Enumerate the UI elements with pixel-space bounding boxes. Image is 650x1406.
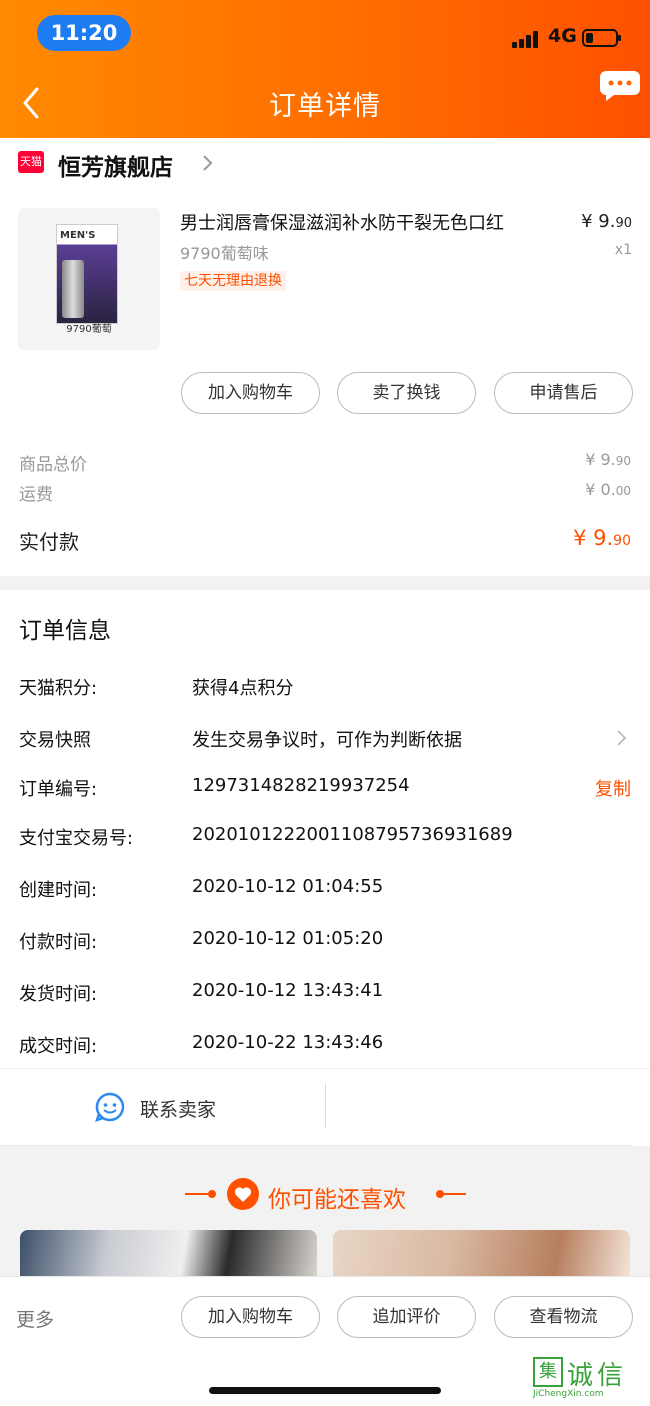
contact-bar: 联系卖家 bbox=[0, 1069, 650, 1146]
battery-icon bbox=[582, 29, 621, 47]
after-sales-button[interactable]: 申请售后 bbox=[494, 372, 633, 414]
chevron-right-icon[interactable] bbox=[615, 729, 627, 747]
product-variant: 9790葡萄味 bbox=[180, 244, 269, 263]
goods-total-value: ¥ 9.90 bbox=[585, 450, 631, 469]
decor-dot bbox=[208, 1190, 216, 1198]
network-type: 4G bbox=[548, 25, 577, 47]
page-title: 订单详情 bbox=[269, 91, 381, 122]
thumbnail-caption: 9790葡萄 bbox=[66, 324, 112, 335]
more-button[interactable]: 更多 bbox=[16, 1305, 54, 1332]
add-review-button[interactable]: 追加评价 bbox=[337, 1296, 476, 1338]
copy-button[interactable]: 复制 bbox=[595, 775, 631, 801]
contact-seller-button[interactable]: 联系卖家 bbox=[140, 1095, 216, 1122]
return-policy-tag: 七天无理由退换 bbox=[180, 271, 286, 291]
paid-value: ¥ 9.90 bbox=[573, 526, 631, 550]
tmall-logo: 天猫 bbox=[18, 151, 44, 173]
info-value: 2020-10-12 01:04:55 bbox=[192, 876, 384, 897]
order-number: 1297314828219937254 bbox=[192, 775, 410, 796]
paid-label: 实付款 bbox=[19, 530, 79, 554]
info-label: 交易快照 bbox=[19, 730, 91, 751]
decor-line bbox=[440, 1193, 466, 1195]
heart-icon bbox=[227, 1178, 259, 1210]
goods-total-row: 商品总价 ¥ 9.90 bbox=[19, 450, 631, 475]
info-label: 发货时间: bbox=[19, 984, 98, 1005]
order-info-section: 订单信息 天猫积分: 获得4点积分 交易快照 发生交易争议时，可作为判断依据 订… bbox=[0, 590, 650, 1068]
sell-for-cash-button[interactable]: 卖了换钱 bbox=[337, 372, 476, 414]
info-label: 付款时间: bbox=[19, 932, 98, 953]
recommend-title: 你可能还喜欢 bbox=[268, 1187, 406, 1213]
recommend-product-image[interactable] bbox=[333, 1230, 630, 1276]
smiley-chat-icon[interactable] bbox=[94, 1091, 126, 1123]
watermark-logo: 集 诚信 JiChengXin.com bbox=[533, 1355, 647, 1403]
info-label: 天猫积分: bbox=[19, 678, 98, 699]
info-value: 2020-10-12 01:05:20 bbox=[192, 928, 384, 949]
store-name[interactable]: 恒芳旗舰店 bbox=[58, 148, 173, 182]
recommend-product-image[interactable] bbox=[20, 1230, 317, 1276]
shipping-value: ¥ 0.00 bbox=[585, 480, 631, 499]
header: 11:20 4G 订单详情 bbox=[0, 0, 650, 138]
goods-total-label: 商品总价 bbox=[19, 455, 87, 475]
shipping-row: 运费 ¥ 0.00 bbox=[19, 480, 631, 505]
order-info-title: 订单信息 bbox=[19, 618, 111, 644]
divider bbox=[325, 1083, 326, 1129]
info-value: 获得4点积分 bbox=[192, 678, 294, 699]
paid-row: 实付款 ¥ 9.90 bbox=[19, 526, 631, 555]
info-value: 2020-10-12 13:43:41 bbox=[192, 980, 384, 1001]
thumbnail-brand: MEN'S bbox=[60, 230, 96, 241]
message-icon[interactable] bbox=[600, 70, 640, 106]
shipping-label: 运费 bbox=[19, 485, 53, 505]
product-quantity: x1 bbox=[614, 242, 632, 258]
product-price: ¥ 9.90 bbox=[581, 211, 632, 232]
info-label: 成交时间: bbox=[19, 1036, 98, 1057]
home-indicator[interactable] bbox=[209, 1387, 441, 1394]
add-to-cart-button[interactable]: 加入购物车 bbox=[181, 372, 320, 414]
add-to-cart-button[interactable]: 加入购物车 bbox=[181, 1296, 320, 1338]
info-label: 订单编号: bbox=[19, 779, 98, 800]
info-label: 创建时间: bbox=[19, 880, 98, 901]
signal-icon bbox=[512, 31, 542, 48]
info-value: 2020-10-22 13:43:46 bbox=[192, 1032, 384, 1053]
view-logistics-button[interactable]: 查看物流 bbox=[494, 1296, 633, 1338]
chevron-right-icon[interactable] bbox=[200, 154, 214, 172]
watermark-text: 诚信 bbox=[567, 1361, 628, 1391]
info-value: 2020101222001108795736931689 bbox=[192, 824, 513, 845]
recommend-section: 你可能还喜欢 bbox=[0, 1146, 650, 1276]
info-label: 支付宝交易号: bbox=[19, 828, 134, 849]
watermark-mark: 集 bbox=[533, 1357, 563, 1387]
info-value: 发生交易争议时，可作为判断依据 bbox=[192, 730, 462, 751]
order-card: 天猫 恒芳旗舰店 MEN'S 9790葡萄 男士润唇膏保湿滋润补水防干裂无色口红… bbox=[0, 138, 650, 576]
lip-balm-image bbox=[62, 260, 84, 318]
status-time: 11:20 bbox=[37, 15, 131, 51]
product-thumbnail[interactable]: MEN'S 9790葡萄 bbox=[18, 208, 160, 350]
watermark-url: JiChengXin.com bbox=[533, 1389, 604, 1399]
product-name[interactable]: 男士润唇膏保湿滋润补水防干裂无色口红 bbox=[180, 209, 504, 235]
